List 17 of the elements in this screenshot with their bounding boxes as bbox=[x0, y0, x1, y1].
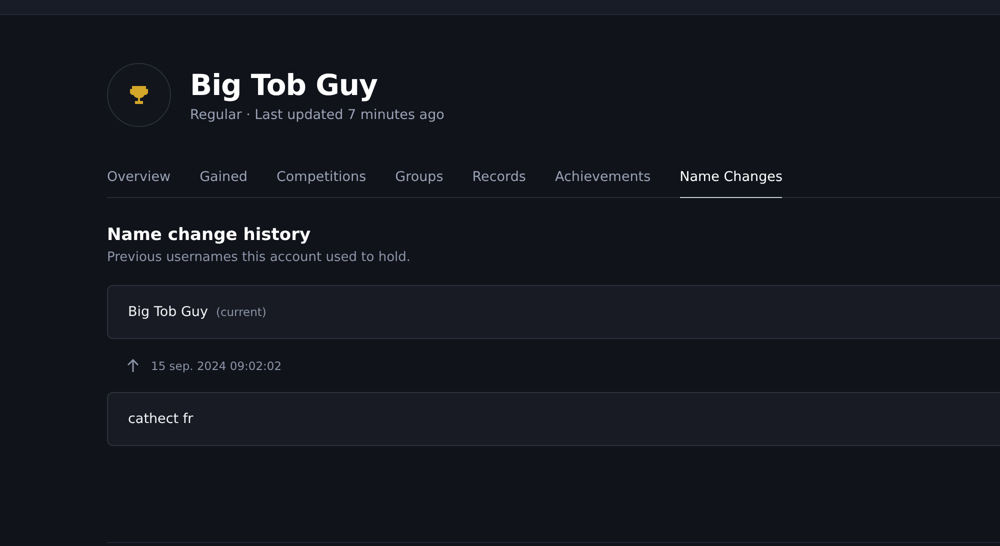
arrow-up-icon bbox=[127, 358, 139, 372]
section-description: Previous usernames this account used to hold. bbox=[107, 250, 412, 265]
change-date: 15 sep. 2024 09:02:02 bbox=[151, 358, 282, 372]
trophy-icon bbox=[129, 84, 149, 106]
current-label: (current) bbox=[216, 305, 266, 319]
tab[interactable]: Groups bbox=[395, 165, 444, 198]
tab[interactable]: Overview bbox=[107, 165, 171, 198]
player-subtitle: Regular · Last updated 7 minutes ago bbox=[190, 107, 444, 123]
tab[interactable]: Name Changes bbox=[680, 165, 782, 198]
tab[interactable]: Records bbox=[472, 165, 526, 198]
tab[interactable]: Achievements bbox=[554, 165, 651, 198]
tab[interactable]: Gained bbox=[200, 165, 248, 198]
player-name: Big Tob Guy bbox=[190, 67, 378, 103]
tab[interactable]: Competitions bbox=[276, 165, 366, 198]
username: cathect fr bbox=[128, 411, 194, 427]
username: Big Tob Guy bbox=[128, 304, 208, 320]
section-title: Name change history bbox=[107, 225, 312, 245]
